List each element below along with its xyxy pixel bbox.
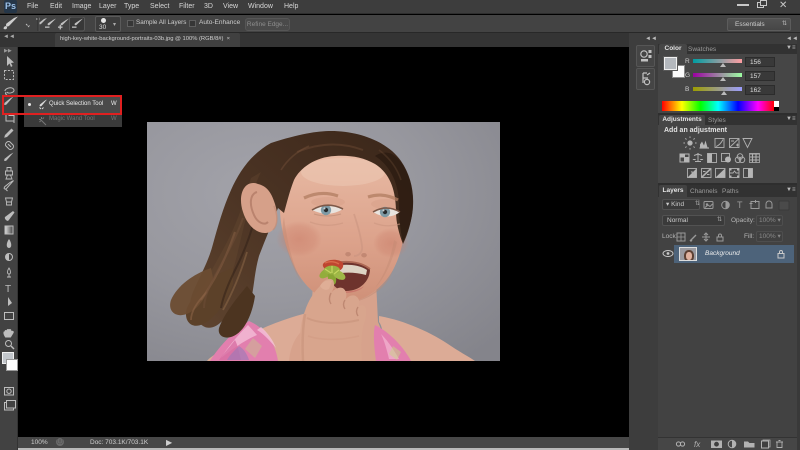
svg-text:fx: fx (694, 440, 701, 449)
svg-text:T: T (737, 200, 743, 210)
svg-text:T: T (5, 284, 11, 295)
